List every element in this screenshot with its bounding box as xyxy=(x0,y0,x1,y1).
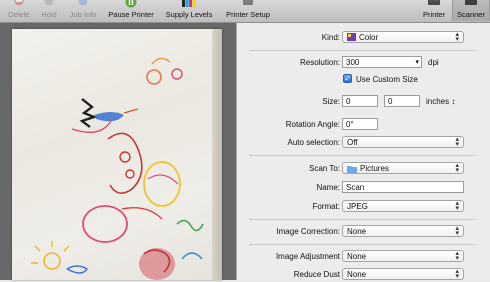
name-value: Scan xyxy=(346,183,365,192)
pause-printer-button[interactable]: Pause Printer xyxy=(104,0,158,22)
tab-printer[interactable]: Printer xyxy=(417,0,451,21)
delete-label: Delete xyxy=(8,10,30,19)
rotation-angle-field[interactable]: 0° xyxy=(342,118,378,130)
scan-to-value: Pictures xyxy=(360,164,389,173)
format-value: JPEG xyxy=(347,202,368,211)
auto-selection-row: Auto selection: Off ▴ ▾ xyxy=(237,136,490,150)
size-label: Size: xyxy=(322,97,340,106)
scan-to-popup[interactable]: Pictures ▴ ▾ xyxy=(342,162,464,174)
hold-icon xyxy=(44,0,54,6)
scanner-icon xyxy=(465,0,477,5)
reduce-dust-value: None xyxy=(347,270,367,279)
scan-to-label: Scan To: xyxy=(309,164,340,173)
image-adjustment-row: Image Adjustment None ▴ ▾ xyxy=(237,250,490,264)
kind-label: Kind: xyxy=(321,33,340,42)
reduce-dust-label: Reduce Dust xyxy=(293,270,340,279)
scan-preview-area[interactable] xyxy=(0,23,236,280)
image-correction-label: Image Correction: xyxy=(276,227,340,236)
format-label: Format: xyxy=(312,202,340,211)
job-info-label: Job Info xyxy=(69,10,97,19)
printer-setup-label: Printer Setup xyxy=(226,10,270,19)
child-drawing-image xyxy=(31,57,204,280)
supply-levels-label: Supply Levels xyxy=(165,10,213,19)
no-entry-icon xyxy=(14,0,24,6)
auto-selection-popup[interactable]: Off ▴ ▾ xyxy=(342,136,464,148)
popup-arrows-icon: ▴ ▾ xyxy=(455,31,459,43)
tab-scanner[interactable]: Scanner xyxy=(452,0,490,21)
separator xyxy=(249,244,475,245)
auto-selection-label: Auto selection: xyxy=(287,138,340,147)
toolbar: Delete Hold Job Info Pause Printer Suppl… xyxy=(0,0,490,23)
hold-button[interactable]: Hold xyxy=(37,0,61,22)
printer-setup-button[interactable]: Printer Setup xyxy=(220,0,276,22)
rotation-angle-value: 0° xyxy=(346,120,354,129)
resolution-label: Resolution: xyxy=(299,58,340,67)
image-correction-popup[interactable]: None ▴ ▾ xyxy=(342,225,464,237)
kind-value: Color xyxy=(359,33,379,42)
scanner-settings-panel: Kind: Color ▴ ▾ Resolution: 300 ▾ dpi ✓ U… xyxy=(237,23,490,280)
popup-arrows-icon: ▴ ▾ xyxy=(455,225,459,237)
separator xyxy=(249,50,475,51)
resolution-unit: dpi xyxy=(428,58,439,67)
separator xyxy=(249,219,475,220)
job-info-button[interactable]: Job Info xyxy=(65,0,101,22)
folder-icon xyxy=(347,166,357,173)
size-height-field[interactable]: 0 xyxy=(384,95,420,107)
size-unit-value: inches xyxy=(426,97,450,106)
size-width-field[interactable]: 0 xyxy=(342,95,378,107)
scanner-tab-label: Scanner xyxy=(457,10,485,19)
kind-popup[interactable]: Color ▴ ▾ xyxy=(342,31,464,43)
resolution-combo[interactable]: 300 ▾ xyxy=(342,56,422,68)
name-row: Name: Scan xyxy=(237,181,490,195)
custom-size-row: ✓ Use Custom Size xyxy=(237,73,490,87)
image-correction-row: Image Correction: None ▴ ▾ xyxy=(237,225,490,239)
format-popup[interactable]: JPEG ▴ ▾ xyxy=(342,200,464,212)
popup-arrows-icon: ▴ ▾ xyxy=(455,250,459,262)
hold-label: Hold xyxy=(41,10,57,19)
paper-edge-shadow xyxy=(212,29,222,280)
popup-arrows-icon: ▴ ▾ xyxy=(455,268,459,280)
resolution-value: 300 xyxy=(346,58,360,67)
image-adjustment-label: Image Adjustment xyxy=(275,252,340,261)
size-row: Size: 0 0 inches ↕ xyxy=(237,95,490,109)
pause-icon xyxy=(125,0,137,8)
popup-arrows-icon: ▴ ▾ xyxy=(455,136,459,148)
rotation-label: Rotation Angle: xyxy=(285,120,340,129)
pause-printer-label: Pause Printer xyxy=(108,10,154,19)
size-height-value: 0 xyxy=(388,97,393,106)
image-adjustment-value: None xyxy=(347,252,367,261)
delete-button[interactable]: Delete xyxy=(4,0,34,22)
scan-to-row: Scan To: Pictures ▴ ▾ xyxy=(237,162,490,176)
separator xyxy=(249,155,475,156)
scanned-drawing-preview xyxy=(12,29,222,280)
image-adjustment-popup[interactable]: None ▴ ▾ xyxy=(342,250,464,262)
auto-selection-value: Off xyxy=(347,138,358,147)
chevron-down-icon[interactable]: ▾ xyxy=(415,58,419,66)
printer-icon xyxy=(428,0,440,5)
info-icon xyxy=(78,0,88,6)
color-swatch-icon xyxy=(347,33,356,41)
kind-row: Kind: Color ▴ ▾ xyxy=(237,31,490,45)
resolution-row: Resolution: 300 ▾ dpi xyxy=(237,56,490,70)
use-custom-size-checkbox[interactable]: ✓ xyxy=(343,74,352,83)
rotation-row: Rotation Angle: 0° xyxy=(237,118,490,132)
name-label: Name: xyxy=(316,183,340,192)
printer-tab-label: Printer xyxy=(422,10,446,19)
name-field[interactable]: Scan xyxy=(342,181,464,193)
size-unit-popup[interactable]: inches ↕ xyxy=(426,97,455,106)
printer-setup-icon xyxy=(243,0,253,5)
use-custom-size-label[interactable]: Use Custom Size xyxy=(356,75,418,84)
ink-levels-icon xyxy=(182,0,196,7)
up-down-arrows-icon: ↕ xyxy=(451,97,456,106)
popup-arrows-icon: ▴ ▾ xyxy=(455,200,459,212)
supply-levels-button[interactable]: Supply Levels xyxy=(162,0,216,22)
popup-arrows-icon: ▴ ▾ xyxy=(455,162,459,174)
size-width-value: 0 xyxy=(346,97,351,106)
reduce-dust-popup[interactable]: None ▴ ▾ xyxy=(342,268,464,280)
image-correction-value: None xyxy=(347,227,367,236)
format-row: Format: JPEG ▴ ▾ xyxy=(237,200,490,214)
